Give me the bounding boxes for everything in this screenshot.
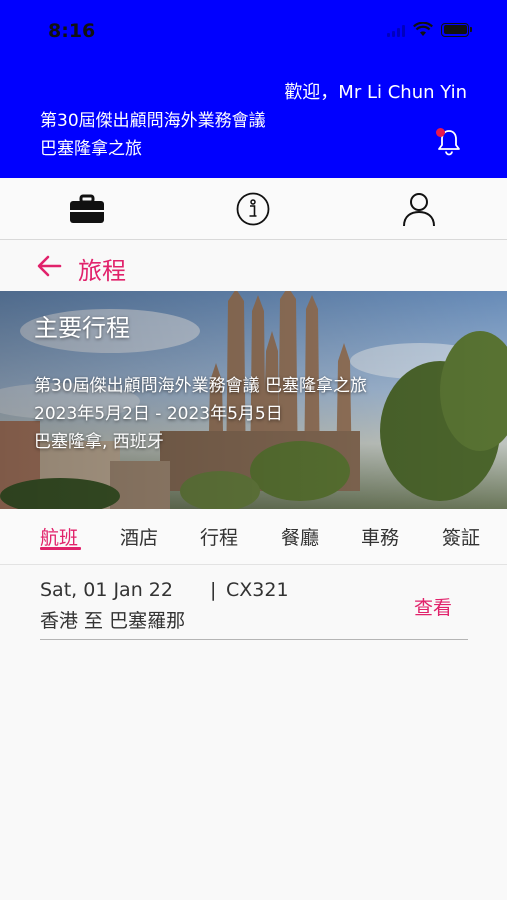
tab-flights[interactable]: 航班 xyxy=(40,523,78,550)
event-title-line2: 巴塞隆拿之旅 xyxy=(40,139,142,159)
hero-heading: 主要行程 xyxy=(34,314,130,342)
user-icon xyxy=(403,193,435,227)
main-tabbar xyxy=(0,178,507,240)
tab-profile[interactable] xyxy=(400,190,438,228)
hero-event-name: 第30屆傑出顧問海外業務會議 巴塞隆拿之旅 xyxy=(34,376,368,396)
signal-icon xyxy=(387,23,405,37)
wifi-icon xyxy=(413,22,433,36)
app-header: 8:16 歡迎，Mr Li Chun Yin 第30屆傑出顧問海外業務會議 巴塞… xyxy=(0,0,507,178)
event-title: 第30屆傑出顧問海外業務會議 巴塞隆拿之旅 xyxy=(40,107,266,163)
hero-banner: 主要行程 第30屆傑出顧問海外業務會議 巴塞隆拿之旅 2023年5月2日 - 2… xyxy=(0,291,507,509)
status-icons xyxy=(387,22,472,37)
hero-location: 巴塞隆拿, 西班牙 xyxy=(34,432,164,452)
status-bar: 8:16 xyxy=(0,0,507,66)
flight-number: CX321 xyxy=(226,579,289,601)
welcome-text: 歡迎，Mr Li Chun Yin xyxy=(284,82,467,103)
tab-itinerary[interactable]: 行程 xyxy=(200,523,238,550)
event-title-line1: 第30屆傑出顧問海外業務會議 xyxy=(40,111,266,131)
nav-bar: 旅程 xyxy=(0,241,507,291)
back-arrow-icon[interactable] xyxy=(36,254,62,278)
hero-dates: 2023年5月2日 - 2023年5月5日 xyxy=(34,404,283,424)
notification-dot xyxy=(436,128,445,137)
view-flight-button[interactable]: 查看 xyxy=(414,593,452,620)
battery-icon xyxy=(441,22,472,37)
flight-separator: | xyxy=(210,579,217,601)
briefcase-icon xyxy=(70,194,104,223)
tab-hotels[interactable]: 酒店 xyxy=(120,523,158,550)
flight-route: 香港 至 巴塞羅那 xyxy=(40,610,186,632)
tab-trips[interactable] xyxy=(68,190,106,228)
page-title: 旅程 xyxy=(78,257,126,285)
active-tab-indicator xyxy=(40,547,81,550)
tab-restaurants[interactable]: 餐廳 xyxy=(281,523,319,550)
tab-transport[interactable]: 車務 xyxy=(361,523,399,550)
category-tabs: 航班 酒店 行程 餐廳 車務 簽証 xyxy=(0,509,507,565)
flight-row: Sat, 01 Jan 22 | CX321 香港 至 巴塞羅那 查看 xyxy=(40,579,468,640)
info-icon xyxy=(236,192,270,226)
tab-info[interactable] xyxy=(234,190,272,228)
status-time: 8:16 xyxy=(48,20,96,42)
tab-visa[interactable]: 簽証 xyxy=(442,523,480,550)
flight-date: Sat, 01 Jan 22 xyxy=(40,579,173,601)
